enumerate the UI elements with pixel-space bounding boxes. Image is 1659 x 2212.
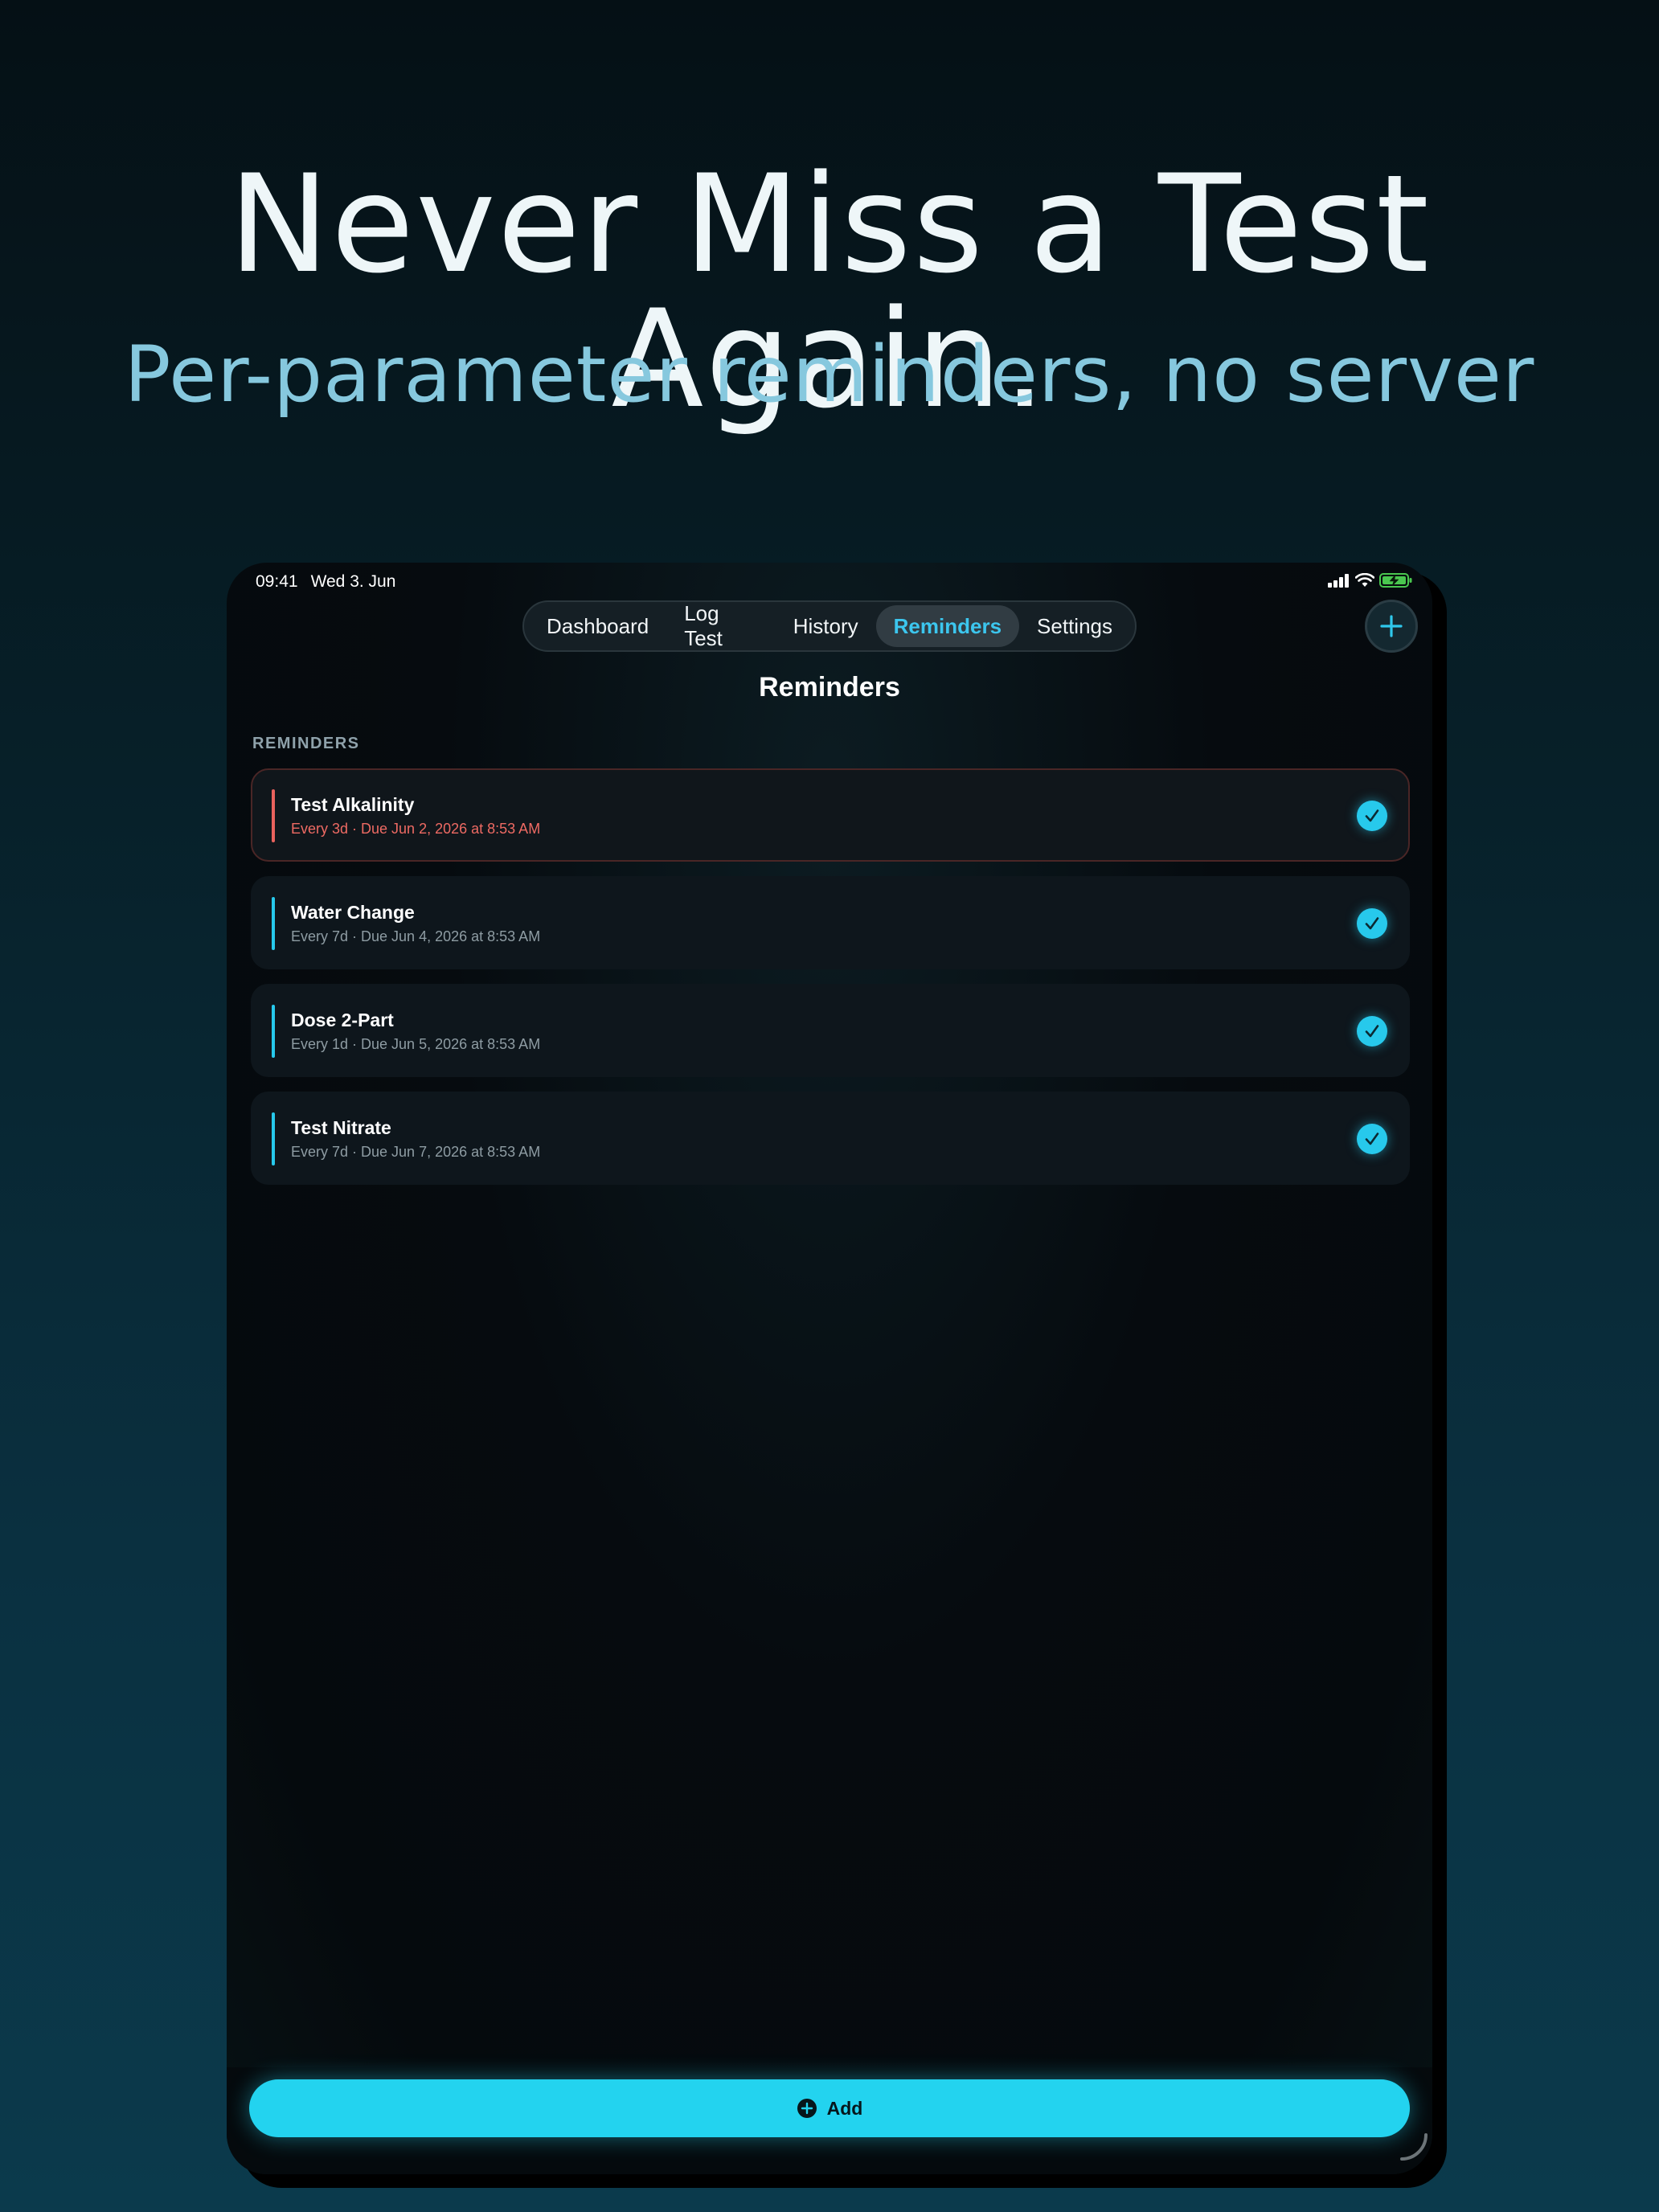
checkmark-icon: [1365, 1133, 1379, 1145]
battery-charging-icon: [1379, 573, 1412, 588]
reminder-schedule: Every 7d · Due Jun 4, 2026 at 8:53 AM: [291, 928, 541, 944]
tab-history[interactable]: History: [776, 605, 876, 647]
status-indicator-bar: [272, 1112, 275, 1165]
cellular-signal-icon: [1328, 574, 1349, 588]
tab-reminders[interactable]: Reminders: [875, 605, 1020, 647]
plus-circle-icon: [797, 2099, 817, 2118]
complete-checkmark-button[interactable]: [1357, 801, 1387, 831]
reminder-row[interactable]: Dose 2-Part Every 1d · Due Jun 5, 2026 a…: [251, 984, 1410, 1077]
section-label: REMINDERS: [252, 735, 360, 752]
reminder-row[interactable]: Test Alkalinity Every 3d · Due Jun 2, 20…: [251, 768, 1410, 862]
tab-dashboard[interactable]: Dashboard: [529, 605, 666, 647]
reminder-row[interactable]: Test Nitrate Every 7d · Due Jun 7, 2026 …: [251, 1092, 1410, 1185]
reminder-schedule: Every 7d · Due Jun 7, 2026 at 8:53 AM: [291, 1144, 541, 1160]
reminder-schedule: Every 3d · Due Jun 2, 2026 at 8:53 AM: [291, 821, 541, 837]
status-time: 09:41: [256, 572, 298, 591]
checkmark-icon: [1365, 809, 1379, 822]
status-indicator-bar: [272, 1005, 275, 1058]
status-bar: 09:41 Wed 3. Jun: [256, 572, 1413, 592]
tab-log-test[interactable]: Log Test: [666, 601, 776, 650]
reminder-title: Test Nitrate: [291, 1117, 391, 1138]
complete-checkmark-button[interactable]: [1357, 908, 1387, 939]
reminder-title: Dose 2-Part: [291, 1010, 394, 1030]
complete-checkmark-button[interactable]: [1357, 1124, 1387, 1154]
device-screen: 09:41 Wed 3. Jun Dashboard Log Test Hist…: [227, 563, 1432, 2174]
reminder-title: Test Alkalinity: [291, 794, 415, 815]
tab-settings[interactable]: Settings: [1019, 605, 1130, 647]
wifi-icon: [1355, 573, 1374, 587]
checkmark-icon: [1365, 1025, 1379, 1038]
plus-icon: [1380, 615, 1403, 637]
reminder-title: Water Change: [291, 902, 415, 923]
add-reminder-button[interactable]: [1365, 600, 1418, 653]
add-button-label: Add: [826, 2097, 863, 2119]
hero-subtitle: Per-parameter reminders, no server: [124, 330, 1535, 420]
checkmark-icon: [1365, 917, 1379, 930]
status-indicator-bar: [272, 897, 275, 950]
reminder-schedule: Every 1d · Due Jun 5, 2026 at 8:53 AM: [291, 1036, 541, 1052]
tab-bar: Dashboard Log Test History Reminders Set…: [522, 600, 1137, 652]
status-date: Wed 3. Jun: [310, 572, 396, 591]
add-button[interactable]: Add: [249, 2079, 1410, 2137]
complete-checkmark-button[interactable]: [1357, 1016, 1387, 1047]
status-indicator-bar: [272, 789, 275, 842]
page-title: Reminders: [759, 672, 900, 703]
status-icons: [1328, 572, 1413, 588]
reminder-row[interactable]: Water Change Every 7d · Due Jun 4, 2026 …: [251, 876, 1410, 969]
reminders-list: Test Alkalinity Every 3d · Due Jun 2, 20…: [251, 768, 1410, 1199]
resize-handle-icon: [1400, 2133, 1428, 2161]
